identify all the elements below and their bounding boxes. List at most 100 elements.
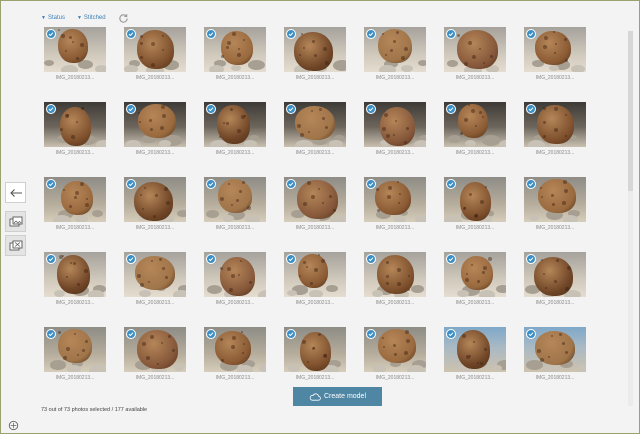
photo-thumbnail[interactable]: IMG_20180213... (124, 177, 186, 231)
photo-thumbnail[interactable]: IMG_20180213... (44, 102, 106, 156)
check-icon[interactable] (526, 104, 536, 114)
check-icon[interactable] (206, 104, 216, 114)
photo-image (444, 177, 506, 222)
photo-thumbnail[interactable]: IMG_20180213... (204, 177, 266, 231)
check-icon[interactable] (46, 29, 56, 39)
photo-thumbnail[interactable]: IMG_20180213... (444, 27, 506, 81)
photo-filename: IMG_20180213... (55, 300, 95, 306)
check-icon[interactable] (286, 104, 296, 114)
photo-filename: IMG_20180213... (215, 375, 255, 381)
create-model-label: Create model (323, 393, 367, 400)
photo-filename: IMG_20180213... (455, 225, 495, 231)
back-button[interactable] (5, 182, 26, 203)
check-icon[interactable] (286, 29, 296, 39)
photo-thumbnail[interactable]: IMG_20180213... (204, 102, 266, 156)
photo-image (204, 177, 266, 222)
photo-thumbnail[interactable]: IMG_20180213... (204, 252, 266, 306)
photo-thumbnail[interactable]: IMG_20180213... (364, 177, 426, 231)
refresh-icon[interactable] (118, 12, 130, 24)
photo-filename: IMG_20180213... (455, 375, 495, 381)
check-icon[interactable] (206, 179, 216, 189)
check-icon[interactable] (366, 179, 376, 189)
photo-thumbnail[interactable]: IMG_20180213... (124, 327, 186, 381)
photo-thumbnail[interactable]: IMG_20180213... (284, 27, 346, 81)
photo-thumbnail[interactable]: IMG_20180213... (524, 252, 586, 306)
photo-thumbnail[interactable]: IMG_20180213... (524, 102, 586, 156)
check-icon[interactable] (46, 254, 56, 264)
scrollbar[interactable] (628, 31, 633, 406)
photo-thumbnail[interactable]: IMG_20180213... (124, 27, 186, 81)
photo-stack-icon (9, 216, 22, 226)
photo-thumbnail[interactable]: IMG_20180213... (124, 102, 186, 156)
check-icon[interactable] (206, 254, 216, 264)
stitched-filter[interactable]: ▼ Stitched (77, 15, 106, 21)
check-icon[interactable] (286, 329, 296, 339)
check-icon[interactable] (526, 329, 536, 339)
view-unselected-button[interactable] (5, 235, 26, 256)
check-icon[interactable] (126, 104, 136, 114)
photo-stack-crossed-icon (9, 240, 22, 250)
check-icon[interactable] (46, 329, 56, 339)
check-icon[interactable] (126, 254, 136, 264)
photo-thumbnail[interactable]: IMG_20180213... (44, 177, 106, 231)
photo-thumbnail[interactable]: IMG_20180213... (44, 327, 106, 381)
photo-thumbnail[interactable]: IMG_20180213... (524, 327, 586, 381)
photo-thumbnail[interactable]: IMG_20180213... (204, 327, 266, 381)
photo-thumbnail[interactable]: IMG_20180213... (524, 177, 586, 231)
check-icon[interactable] (286, 179, 296, 189)
check-icon[interactable] (526, 179, 536, 189)
photo-thumbnail[interactable]: IMG_20180213... (364, 252, 426, 306)
check-icon[interactable] (206, 329, 216, 339)
photo-thumbnail[interactable]: IMG_20180213... (204, 27, 266, 81)
photo-thumbnail[interactable]: IMG_20180213... (44, 252, 106, 306)
photo-image (444, 102, 506, 147)
photo-image (524, 102, 586, 147)
photo-thumbnail[interactable]: IMG_20180213... (524, 27, 586, 81)
photo-filename: IMG_20180213... (375, 375, 415, 381)
check-icon[interactable] (446, 104, 456, 114)
check-icon[interactable] (126, 179, 136, 189)
photo-image (364, 102, 426, 147)
photo-thumbnail[interactable]: IMG_20180213... (284, 102, 346, 156)
check-icon[interactable] (366, 254, 376, 264)
photo-thumbnail[interactable]: IMG_20180213... (444, 177, 506, 231)
photo-thumbnail[interactable]: IMG_20180213... (124, 252, 186, 306)
photo-thumbnail[interactable]: IMG_20180213... (364, 102, 426, 156)
compass-icon[interactable] (8, 418, 19, 431)
photo-image (524, 177, 586, 222)
photo-filename: IMG_20180213... (55, 150, 95, 156)
check-icon[interactable] (366, 29, 376, 39)
photo-image (44, 102, 106, 147)
photo-filename: IMG_20180213... (295, 300, 335, 306)
check-icon[interactable] (46, 179, 56, 189)
photo-thumbnail[interactable]: IMG_20180213... (284, 177, 346, 231)
photo-thumbnail[interactable]: IMG_20180213... (364, 27, 426, 81)
check-icon[interactable] (366, 329, 376, 339)
photo-filename: IMG_20180213... (375, 300, 415, 306)
photo-thumbnail[interactable]: IMG_20180213... (44, 27, 106, 81)
check-icon[interactable] (126, 29, 136, 39)
create-model-button[interactable]: Create model (293, 387, 382, 406)
photo-thumbnail[interactable]: IMG_20180213... (284, 252, 346, 306)
photo-thumbnail[interactable]: IMG_20180213... (444, 327, 506, 381)
status-filter[interactable]: ▼ Status (41, 15, 65, 21)
photo-thumbnail[interactable]: IMG_20180213... (444, 102, 506, 156)
view-selected-button[interactable] (5, 211, 26, 232)
check-icon[interactable] (446, 254, 456, 264)
check-icon[interactable] (46, 104, 56, 114)
check-icon[interactable] (286, 254, 296, 264)
photo-thumbnail[interactable]: IMG_20180213... (444, 252, 506, 306)
scrollbar-thumb[interactable] (628, 31, 633, 191)
check-icon[interactable] (526, 29, 536, 39)
check-icon[interactable] (206, 29, 216, 39)
check-icon[interactable] (446, 29, 456, 39)
photo-image (204, 27, 266, 72)
caret-down-icon: ▼ (41, 15, 46, 21)
check-icon[interactable] (446, 329, 456, 339)
check-icon[interactable] (126, 329, 136, 339)
photo-thumbnail[interactable]: IMG_20180213... (284, 327, 346, 381)
check-icon[interactable] (366, 104, 376, 114)
check-icon[interactable] (446, 179, 456, 189)
photo-thumbnail[interactable]: IMG_20180213... (364, 327, 426, 381)
check-icon[interactable] (526, 254, 536, 264)
